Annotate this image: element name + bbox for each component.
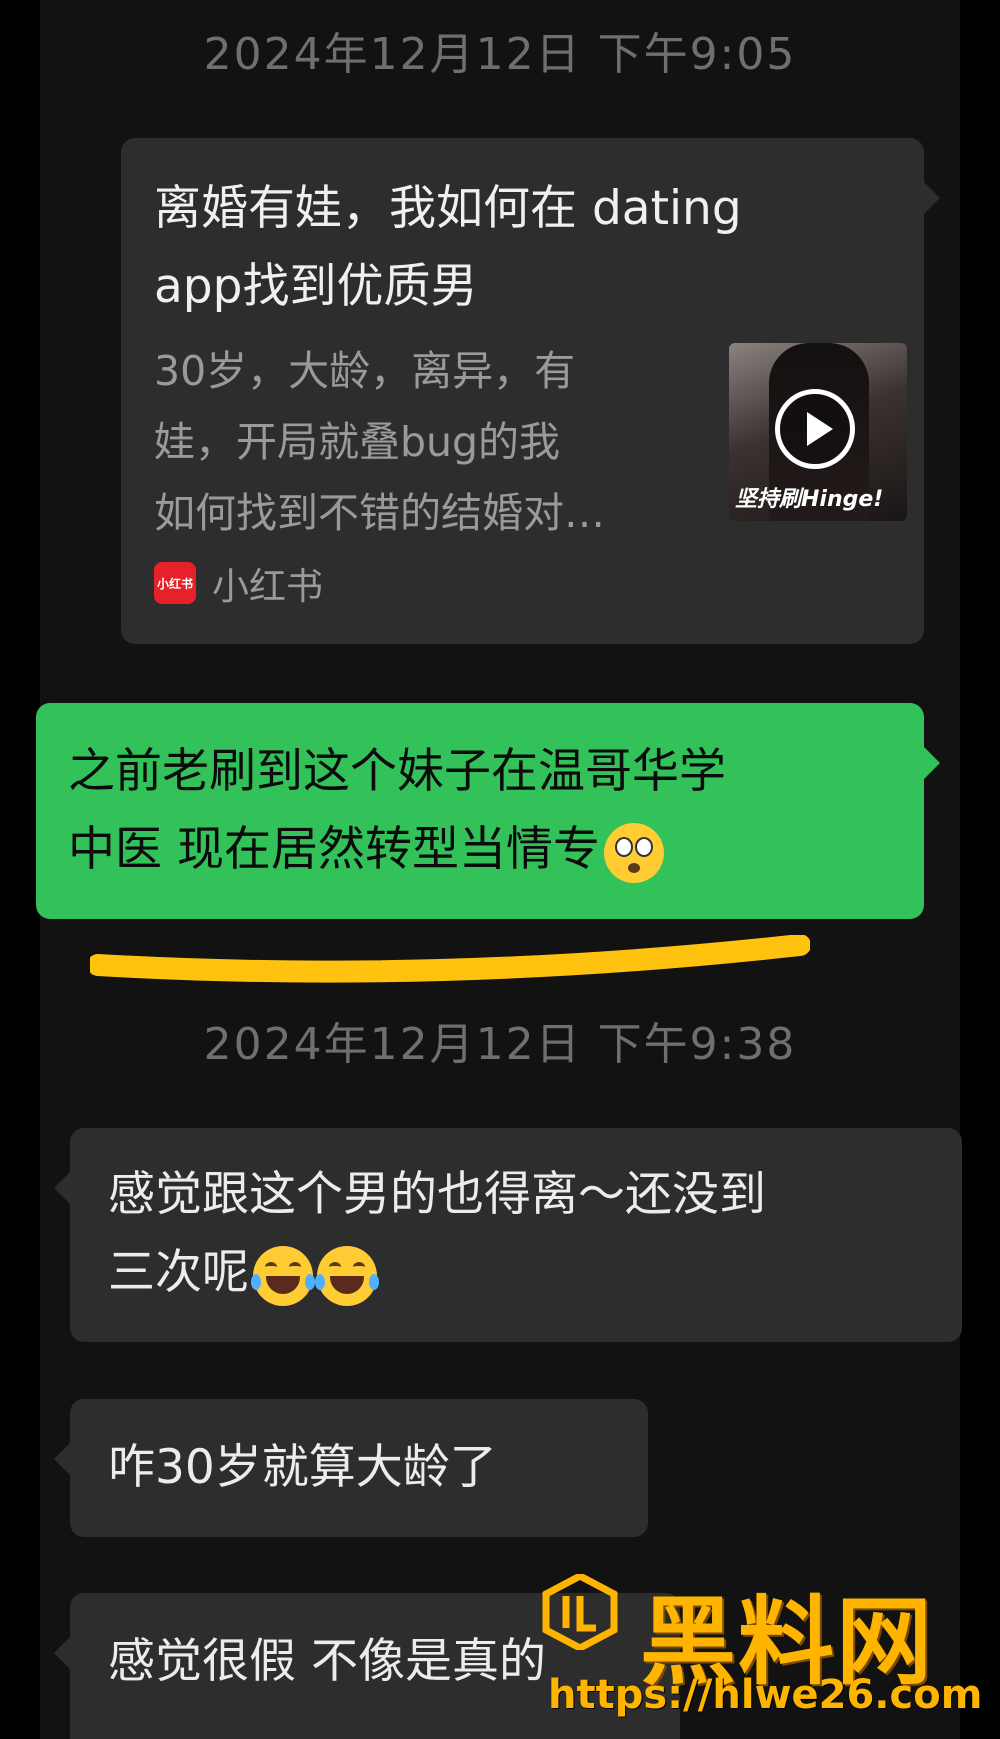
card-desc-line: 30岁，大龄，离异，有 bbox=[154, 347, 576, 395]
received-message-bubble[interactable]: 感觉跟这个男的也得离～还没到 三次呢 bbox=[54, 1128, 962, 1342]
source-label: 小红书 bbox=[212, 565, 323, 608]
message-text: 三次呢 bbox=[108, 1245, 249, 1300]
card-source: 小红书 小红书 bbox=[154, 556, 323, 610]
face-with-tears-of-joy-icon bbox=[315, 1245, 379, 1306]
thumbnail-caption: 坚持刷Hinge! bbox=[735, 487, 884, 512]
watermark-url: https://hlwe26.com bbox=[548, 1672, 983, 1718]
flushed-face-icon bbox=[603, 822, 664, 883]
face-with-tears-of-joy-icon bbox=[251, 1245, 315, 1306]
sent-message-bubble[interactable]: 之前老刷到这个妹子在温哥华学 中医 现在居然转型当情专 bbox=[36, 703, 940, 919]
message-text-line: 感觉跟这个男的也得离～还没到 bbox=[108, 1167, 766, 1222]
message-text-line: 之前老刷到这个妹子在温哥华学 bbox=[68, 744, 726, 799]
card-title-line: 离婚有娃，我如何在 dating bbox=[154, 181, 742, 236]
shared-link-card[interactable]: 离婚有娃，我如何在 dating app找到优质男 30岁，大龄，离异，有 娃，… bbox=[121, 138, 940, 644]
timestamp: 2024年12月12日 下午9:38 bbox=[203, 1019, 797, 1070]
message-text-line: 咋30岁就算大龄了 bbox=[108, 1440, 497, 1495]
highlight-underline bbox=[90, 935, 810, 983]
watermark-logo-icon bbox=[542, 1574, 618, 1650]
received-message-bubble[interactable]: 咋30岁就算大龄了 bbox=[54, 1399, 648, 1537]
card-desc-line: 娃，开局就叠bug的我 bbox=[154, 418, 561, 466]
card-desc-line: 如何找到不错的结婚对… bbox=[154, 489, 605, 537]
video-thumbnail[interactable]: 坚持刷Hinge! bbox=[729, 343, 907, 521]
message-text: 中医 现在居然转型当情专 bbox=[68, 822, 600, 877]
message-text-line: 三次呢 bbox=[108, 1234, 962, 1312]
card-description: 30岁，大龄，离异，有 娃，开局就叠bug的我 如何找到不错的结婚对… bbox=[154, 336, 674, 549]
xiaohongshu-logo-icon: 小红书 bbox=[154, 562, 196, 604]
card-title-line: app找到优质男 bbox=[154, 259, 478, 314]
message-text-line: 中医 现在居然转型当情专 bbox=[68, 811, 924, 889]
timestamp: 2024年12月12日 下午9:05 bbox=[203, 29, 797, 80]
play-icon[interactable] bbox=[775, 389, 855, 469]
